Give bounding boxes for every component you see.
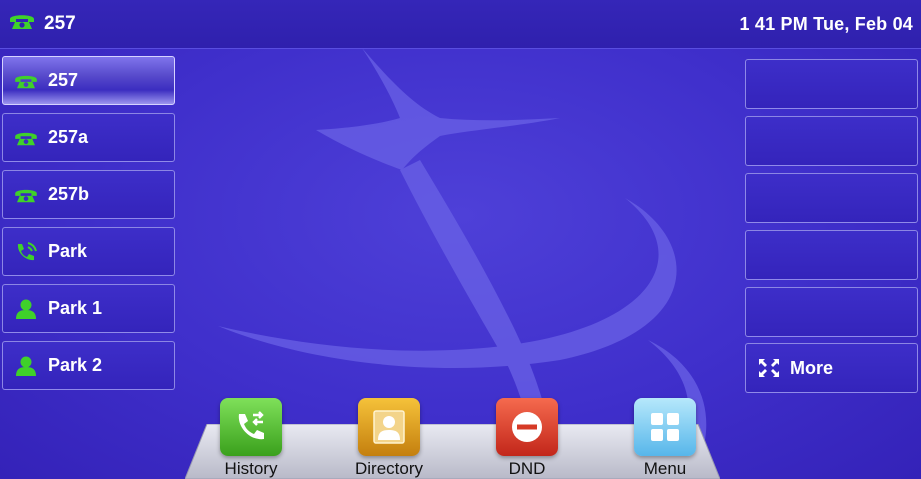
account-label: 257: [44, 13, 76, 34]
dss-key-5[interactable]: [745, 287, 918, 337]
dss-key-4[interactable]: [745, 230, 918, 280]
menu-button[interactable]: Menu: [610, 398, 720, 479]
directory-label: Directory: [354, 459, 423, 478]
dnd-icon: [496, 398, 558, 456]
contact-icon: [13, 298, 39, 320]
history-icon: [220, 398, 282, 456]
phone-icon: [8, 11, 36, 37]
contact-icon: [13, 355, 39, 377]
line-key-label: Park 2: [48, 355, 103, 375]
history-button[interactable]: History: [196, 398, 306, 479]
menu-label: Menu: [643, 459, 687, 478]
directory-button[interactable]: Directory: [334, 398, 444, 479]
phone-screen: 257 1 41 PM Tue, Feb 04 257 257a 257b Pa…: [0, 0, 921, 479]
status-bar: 257 1 41 PM Tue, Feb 04: [0, 0, 921, 49]
directory-icon: [358, 398, 420, 456]
line-key-257[interactable]: 257: [2, 56, 175, 105]
more-label: More: [790, 357, 834, 378]
expand-icon: [756, 357, 782, 379]
dss-key-2[interactable]: [745, 116, 918, 166]
line-key-park[interactable]: Park: [2, 227, 175, 276]
dss-key-3[interactable]: [745, 173, 918, 223]
line-key-label: Park 1: [48, 298, 103, 318]
account-indicator: 257: [8, 11, 76, 37]
menu-grid-icon: [634, 398, 696, 456]
clock: 1 41 PM Tue, Feb 04: [739, 14, 913, 34]
line-key-park-2[interactable]: Park 2: [2, 341, 175, 390]
dnd-label: DND: [508, 459, 546, 478]
line-key-park-1[interactable]: Park 1: [2, 284, 175, 333]
dnd-button[interactable]: DND: [472, 398, 582, 479]
phone-icon: [13, 184, 39, 206]
phone-icon: [13, 127, 39, 149]
dss-key-1[interactable]: [745, 59, 918, 109]
line-key-label: 257b: [48, 184, 90, 204]
phone-icon: [13, 70, 39, 92]
more-button[interactable]: More: [745, 343, 918, 393]
line-key-257a[interactable]: 257a: [2, 113, 175, 162]
line-key-257b[interactable]: 257b: [2, 170, 175, 219]
history-label: History: [224, 459, 278, 478]
line-key-label: 257a: [48, 127, 89, 147]
line-key-label: Park: [48, 241, 88, 261]
call-park-icon: [13, 241, 39, 263]
line-key-label: 257: [48, 70, 79, 90]
